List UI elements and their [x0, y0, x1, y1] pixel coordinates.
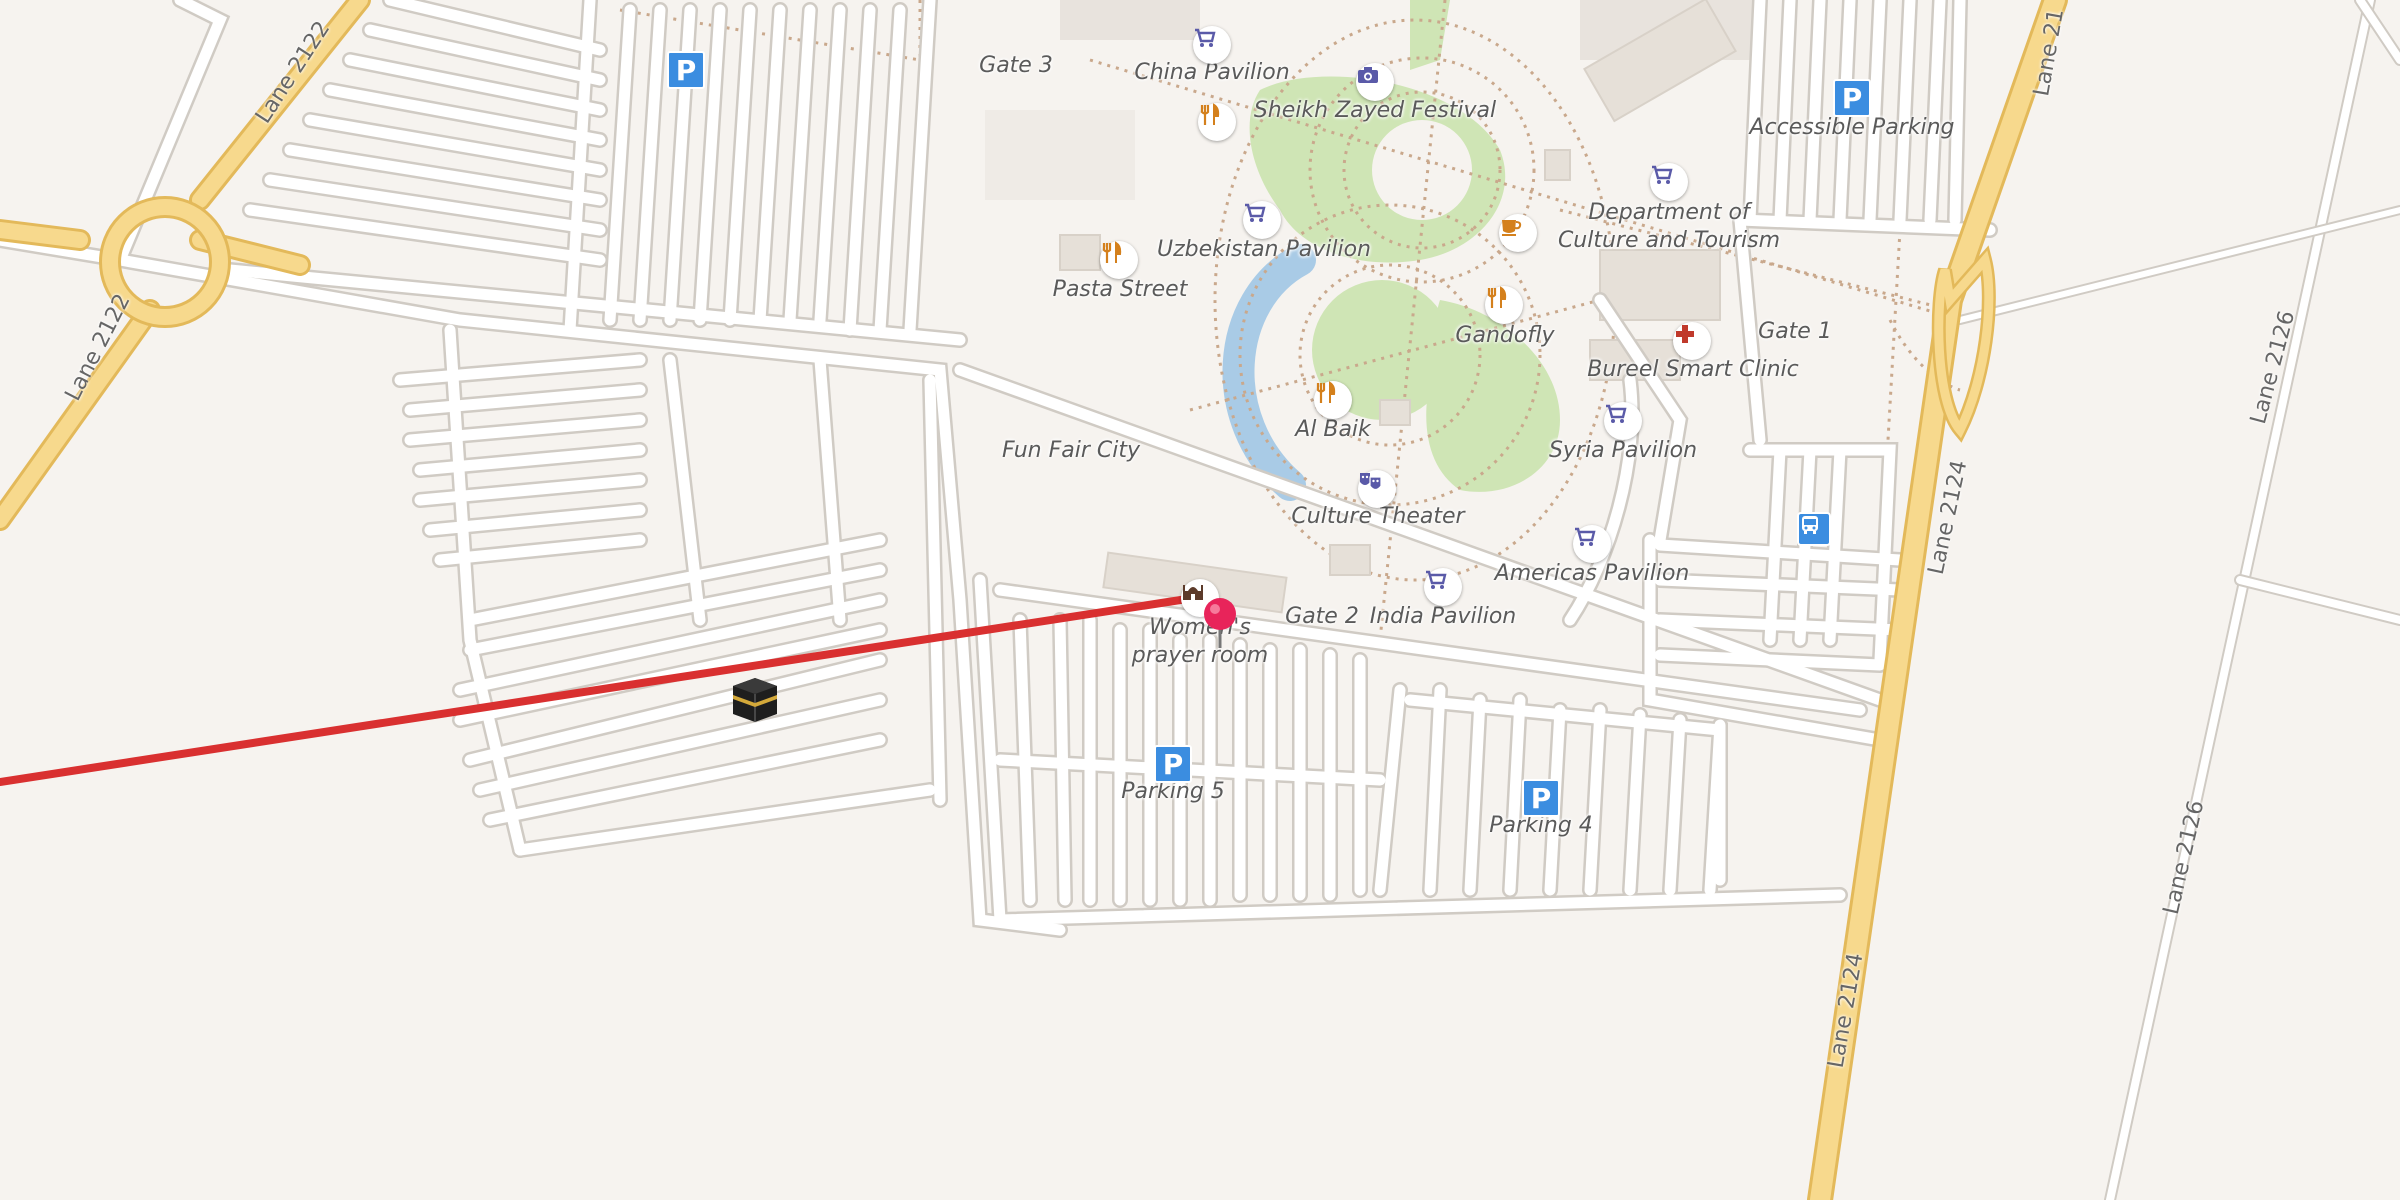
label-al-baik[interactable]: Al Baik [1295, 416, 1371, 444]
parking-icon[interactable]: P [667, 51, 705, 89]
theater-masks-icon[interactable] [1358, 470, 1396, 508]
label-pasta-street[interactable]: Pasta Street [1053, 276, 1188, 304]
label-sheikh-zayed-festival[interactable]: Sheikh Zayed Festival [1254, 97, 1496, 125]
shopping-cart-icon[interactable] [1193, 26, 1231, 64]
restaurant-icon[interactable] [1100, 241, 1138, 279]
parking-5-icon[interactable]: P [1154, 745, 1192, 783]
label-americas-pavilion[interactable]: Americas Pavilion [1495, 560, 1690, 588]
label-gate-2[interactable]: Gate 2 [1285, 603, 1359, 631]
restaurant-icon[interactable] [1485, 286, 1523, 324]
bus-stop-icon[interactable] [1797, 512, 1831, 546]
parking-4-icon[interactable]: P [1522, 779, 1560, 817]
coffee-cup-icon[interactable] [1499, 214, 1537, 252]
label-gate-1[interactable]: Gate 1 [1758, 318, 1832, 346]
label-gandofly[interactable]: Gandofly [1455, 322, 1554, 350]
shopping-cart-icon[interactable] [1424, 568, 1462, 606]
label-fun-fair-city[interactable]: Fun Fair City [1002, 437, 1140, 465]
shopping-cart-icon[interactable] [1650, 163, 1688, 201]
label-syria-pavilion[interactable]: Syria Pavilion [1549, 437, 1697, 465]
label-india-pavilion[interactable]: India Pavilion [1370, 603, 1517, 631]
map-canvas[interactable]: Lane 2122 Lane 2122 Lane 2124 Lane 2124 … [0, 0, 2400, 1200]
accessible-parking-icon[interactable]: P [1833, 79, 1871, 117]
medical-cross-icon[interactable] [1673, 322, 1711, 360]
label-accessible-parking[interactable]: Accessible Parking [1750, 114, 1955, 142]
label-bureel-clinic[interactable]: Bureel Smart Clinic [1587, 356, 1799, 384]
label-gate-3[interactable]: Gate 3 [979, 52, 1053, 80]
label-uzbekistan-pavilion[interactable]: Uzbekistan Pavilion [1157, 236, 1371, 264]
shopping-cart-icon[interactable] [1573, 525, 1611, 563]
shopping-cart-icon[interactable] [1604, 402, 1642, 440]
restaurant-icon[interactable] [1314, 381, 1352, 419]
camera-icon[interactable] [1356, 63, 1394, 101]
restaurant-icon[interactable] [1198, 103, 1236, 141]
shopping-cart-icon[interactable] [1243, 201, 1281, 239]
label-department-culture[interactable]: Department of Culture and Tourism [1558, 199, 1780, 255]
